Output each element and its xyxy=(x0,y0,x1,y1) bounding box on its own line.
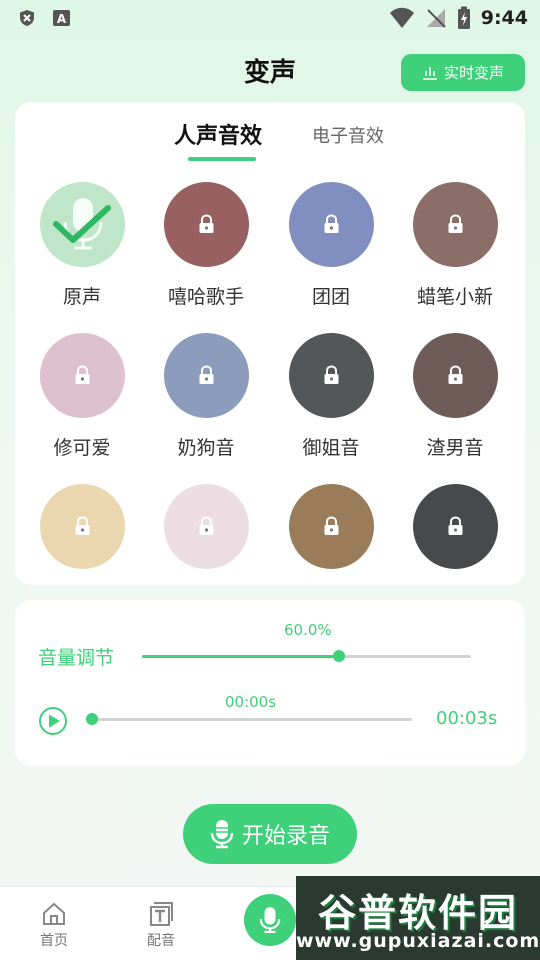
effect-item[interactable] xyxy=(27,484,137,569)
effect-label: 蜡笔小新 xyxy=(416,286,493,308)
playback-current-time: 00:00s xyxy=(225,693,277,711)
selected-microphone-check-icon xyxy=(52,198,111,250)
effect-avatar xyxy=(39,182,125,267)
lock-icon xyxy=(448,214,462,233)
effect-label: 渣男音 xyxy=(426,437,484,459)
lock-icon xyxy=(324,214,338,233)
lock-icon xyxy=(199,214,213,233)
audio-controls-card xyxy=(15,600,525,766)
effect-label: 团团 xyxy=(311,286,350,308)
realtime-voice-label: 实时变声 xyxy=(443,64,504,82)
effect-avatar xyxy=(163,333,249,418)
effect-avatar xyxy=(412,333,498,418)
effect-item[interactable] xyxy=(151,484,261,569)
volume-label: 音量调节 xyxy=(38,647,115,669)
effect-item[interactable]: 修可爱 xyxy=(27,333,137,460)
effect-label: 奶狗音 xyxy=(177,437,235,459)
nav-dubbing-label: 配音 xyxy=(147,933,175,949)
microphone-icon xyxy=(210,820,234,849)
effect-item[interactable]: 嘻哈歌手 xyxy=(151,182,261,309)
lock-icon xyxy=(448,365,462,384)
play-icon[interactable] xyxy=(38,706,68,736)
home-icon xyxy=(43,902,65,925)
watermark: 谷普软件园 www.gupuxiazai.com xyxy=(296,876,540,960)
lock-icon xyxy=(199,516,213,535)
effect-avatar xyxy=(412,182,498,267)
effect-label: 御姐音 xyxy=(302,437,360,459)
start-recording-button[interactable]: 开始录音 xyxy=(183,804,357,864)
effect-item[interactable]: 蜡笔小新 xyxy=(400,182,510,309)
lock-icon xyxy=(448,516,462,535)
a-box-icon: A xyxy=(53,10,70,26)
effect-label: 嘻哈歌手 xyxy=(167,286,244,308)
watermark-url: www.gupuxiazai.com xyxy=(296,930,540,952)
effect-avatar xyxy=(39,333,125,418)
lock-icon xyxy=(324,365,338,384)
tab-vocal-effects[interactable]: 人声音效 xyxy=(174,118,262,150)
nav-voice-change[interactable] xyxy=(244,894,296,946)
effect-label: 原声 xyxy=(62,286,101,308)
status-bar: A 9:44 xyxy=(0,0,540,36)
tab-electronic-effects[interactable]: 电子音效 xyxy=(312,122,384,148)
signal-off-icon xyxy=(426,9,446,28)
watermark-title: 谷普软件园 xyxy=(317,891,518,935)
playback-track[interactable] xyxy=(92,718,412,721)
effect-item[interactable]: 御姐音 xyxy=(276,333,386,460)
effect-avatar xyxy=(288,484,374,569)
lock-icon xyxy=(324,516,338,535)
volume-value: 60.0% xyxy=(284,621,332,639)
wifi-icon xyxy=(389,7,414,28)
effect-avatar xyxy=(288,333,374,418)
microphone-icon xyxy=(259,907,281,934)
effect-item[interactable] xyxy=(276,484,386,569)
effect-label: 修可爱 xyxy=(53,437,111,459)
start-recording-label: 开始录音 xyxy=(241,824,330,849)
effect-avatar xyxy=(412,484,498,569)
wave-icon xyxy=(422,66,437,80)
effect-item[interactable]: 渣男音 xyxy=(400,333,510,460)
playback-thumb[interactable] xyxy=(86,713,98,725)
lock-icon xyxy=(75,516,89,535)
lock-icon xyxy=(199,365,213,384)
active-tab-indicator xyxy=(188,157,256,161)
volume-fill xyxy=(142,655,340,658)
effect-item[interactable]: 团团 xyxy=(276,182,386,309)
effect-item[interactable] xyxy=(400,484,510,569)
text-icon xyxy=(150,902,173,926)
effect-avatar xyxy=(163,182,249,267)
shield-x-icon xyxy=(20,10,34,26)
playback-total-time: 00:03s xyxy=(436,708,498,729)
effect-avatar xyxy=(163,484,249,569)
effect-item[interactable]: 原声 xyxy=(27,182,137,309)
realtime-voice-button[interactable]: 实时变声 xyxy=(401,54,525,91)
svg-text:A: A xyxy=(57,12,67,26)
battery-charging-icon xyxy=(457,6,470,29)
effect-item[interactable]: 奶狗音 xyxy=(151,333,261,460)
nav-home[interactable]: 首页 xyxy=(24,902,84,950)
nav-dubbing[interactable]: 配音 xyxy=(131,902,191,950)
effect-avatar xyxy=(288,182,374,267)
lock-icon xyxy=(75,365,89,384)
effect-avatar xyxy=(39,484,125,569)
clock: 9:44 xyxy=(480,7,528,29)
nav-home-label: 首页 xyxy=(40,933,68,949)
